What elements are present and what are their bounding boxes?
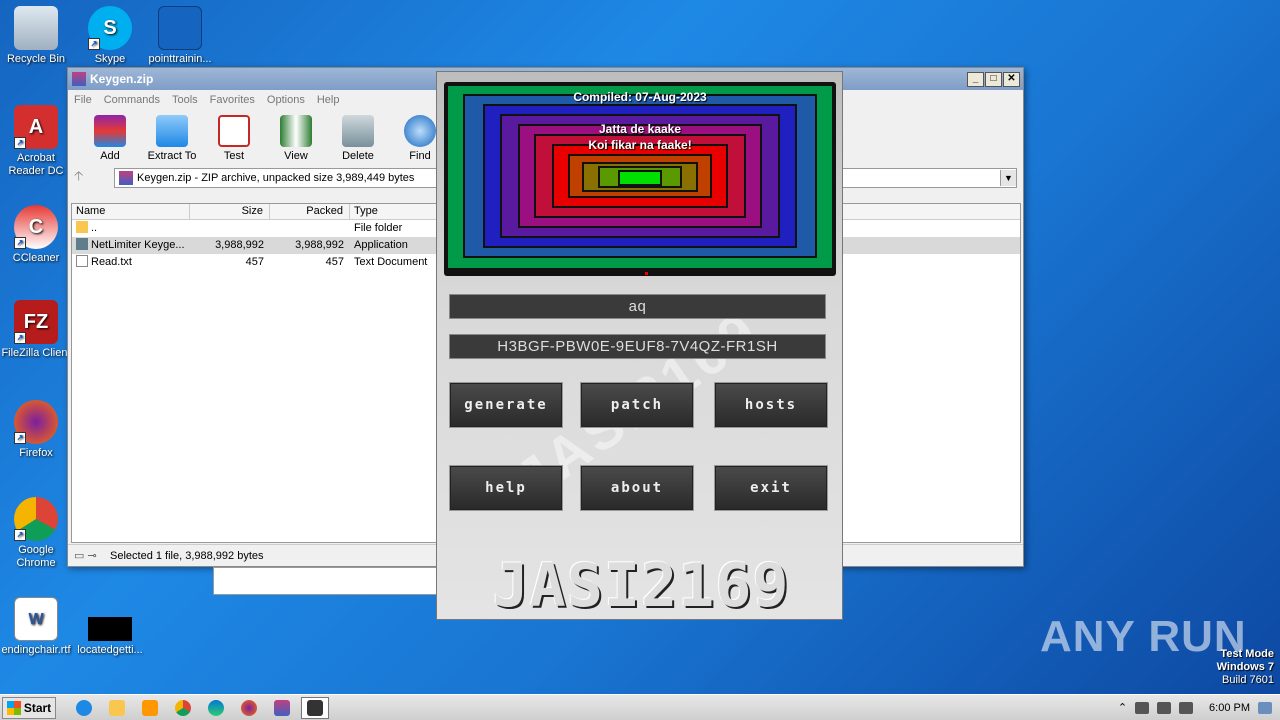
tagline-2: Koi fikar na faake! — [588, 138, 692, 152]
view-button[interactable]: View — [268, 115, 324, 162]
winrar-icon — [72, 72, 86, 86]
desktop-icon-filezilla[interactable]: FZ ↗ FileZilla Client — [0, 300, 74, 360]
serial-output[interactable]: H3BGF-PBW0E-9EUF8-7V4QZ-FR1SH — [449, 334, 826, 359]
menu-file[interactable]: File — [74, 94, 92, 106]
desktop-icon-skype[interactable]: S ↗ Skype — [72, 6, 148, 66]
taskbar-edge[interactable] — [202, 697, 230, 719]
skype-icon: S ↗ — [88, 6, 132, 50]
menu-help[interactable]: Help — [317, 94, 340, 106]
test-mode-label: Test Mode Windows 7 Build 7601 — [1216, 648, 1274, 686]
add-button[interactable]: Add — [82, 115, 138, 162]
power-led — [645, 272, 648, 275]
close-button[interactable]: ✕ — [1003, 71, 1020, 87]
word-document-icon: W — [14, 597, 58, 641]
keygen-icon — [307, 699, 323, 716]
taskbar-media[interactable] — [136, 697, 164, 719]
extract-to-button[interactable]: Extract To — [144, 115, 200, 162]
firefox-icon — [241, 699, 257, 716]
acrobat-icon: A ↗ — [14, 105, 58, 149]
network-icon[interactable] — [1157, 701, 1172, 714]
up-arrow-icon[interactable]: 🡡 — [74, 167, 114, 189]
text-file-icon — [76, 255, 88, 267]
taskbar-chrome[interactable] — [169, 697, 197, 719]
menu-favorites[interactable]: Favorites — [210, 94, 255, 106]
desktop-icon-endingchair[interactable]: W endingchair.rtf — [0, 597, 74, 657]
hosts-button[interactable]: Hosts — [715, 383, 827, 427]
tray-expand-icon[interactable]: ⌃ — [1118, 701, 1127, 714]
menu-tools[interactable]: Tools — [172, 94, 198, 106]
taskbar-ie[interactable] — [70, 697, 98, 719]
recycle-bin-icon — [14, 6, 58, 50]
tagline-1: Jatta de kaake — [598, 122, 682, 136]
desktop-icon-locatedgetti[interactable]: locatedgetti... — [72, 597, 148, 657]
trash-icon — [342, 115, 374, 147]
folder-icon — [109, 699, 125, 716]
file-icon — [88, 617, 132, 641]
winrar-icon — [274, 699, 290, 716]
tv-display: Compiled: 07-Aug-2023 Jatta de kaake Koi… — [444, 82, 836, 276]
tv-screen: Compiled: 07-Aug-2023 Jatta de kaake Koi… — [448, 86, 832, 268]
chrome-icon — [175, 699, 191, 716]
edge-icon — [208, 699, 224, 716]
patch-button[interactable]: Patch — [581, 383, 693, 427]
col-packed[interactable]: Packed — [270, 204, 350, 219]
help-button[interactable]: Help — [450, 466, 562, 510]
magnifier-icon — [404, 115, 436, 147]
show-desktop-icon[interactable] — [1258, 701, 1272, 714]
exit-button[interactable]: Exit — [715, 466, 827, 510]
taskbar-winrar[interactable] — [268, 697, 296, 719]
compiled-date: Compiled: 07-Aug-2023 — [573, 90, 707, 104]
generate-button[interactable]: Generate — [450, 383, 562, 427]
file-icon — [158, 6, 202, 50]
col-name[interactable]: Name — [72, 204, 190, 219]
application-icon — [76, 238, 88, 250]
keygen-logo: JASI2169 — [492, 551, 790, 620]
col-size[interactable]: Size — [190, 204, 270, 219]
about-button[interactable]: About — [581, 466, 693, 510]
media-player-icon — [142, 699, 158, 716]
chrome-icon: ↗ — [14, 497, 58, 541]
zip-icon — [119, 171, 133, 185]
start-button[interactable]: Start — [2, 696, 56, 719]
folder-icon — [76, 221, 88, 233]
desktop-icon-pointtrainin[interactable]: pointtrainin... — [142, 6, 218, 66]
archive-add-icon — [94, 115, 126, 147]
taskbar: Start ⌃ 6:00 PM — [0, 694, 1280, 720]
system-tray: ⌃ 6:00 PM — [1118, 701, 1280, 714]
checklist-icon — [218, 115, 250, 147]
name-input[interactable]: aq — [449, 294, 826, 319]
desktop-icon-recycle-bin[interactable]: Recycle Bin — [0, 6, 74, 66]
delete-button[interactable]: Delete — [330, 115, 386, 162]
taskbar-keygen[interactable] — [301, 696, 329, 719]
folder-extract-icon — [156, 115, 188, 147]
firefox-icon: ↗ — [14, 400, 58, 444]
desktop-icon-firefox[interactable]: ↗ Firefox — [0, 400, 74, 460]
minimize-button[interactable]: _ — [967, 71, 984, 87]
taskbar-firefox[interactable] — [235, 697, 263, 719]
filezilla-icon: FZ ↗ — [14, 300, 58, 344]
internet-explorer-icon — [76, 699, 92, 716]
desktop-icon-chrome[interactable]: ↗ Google Chrome — [0, 497, 74, 570]
maximize-button[interactable]: □ — [985, 71, 1002, 87]
taskbar-explorer[interactable] — [103, 697, 131, 719]
window-title: Keygen.zip — [90, 72, 154, 86]
test-button[interactable]: Test — [206, 115, 262, 162]
keygen-window: Compiled: 07-Aug-2023 Jatta de kaake Koi… — [436, 71, 843, 620]
book-icon — [280, 115, 312, 147]
menu-commands[interactable]: Commands — [104, 94, 160, 106]
menu-options[interactable]: Options — [267, 94, 305, 106]
ccleaner-icon: C ↗ — [14, 205, 58, 249]
drive-icon: ▭ ⊸ — [74, 550, 97, 562]
flag-icon[interactable] — [1179, 701, 1194, 714]
chevron-down-icon[interactable]: ▼ — [1000, 170, 1016, 186]
desktop-icon-acrobat[interactable]: A ↗ Acrobat Reader DC — [0, 105, 74, 178]
desktop-icon-ccleaner[interactable]: C ↗ CCleaner — [0, 205, 74, 265]
clock[interactable]: 6:00 PM — [1209, 702, 1250, 714]
windows-logo-icon — [6, 700, 21, 715]
volume-icon[interactable] — [1135, 701, 1150, 714]
